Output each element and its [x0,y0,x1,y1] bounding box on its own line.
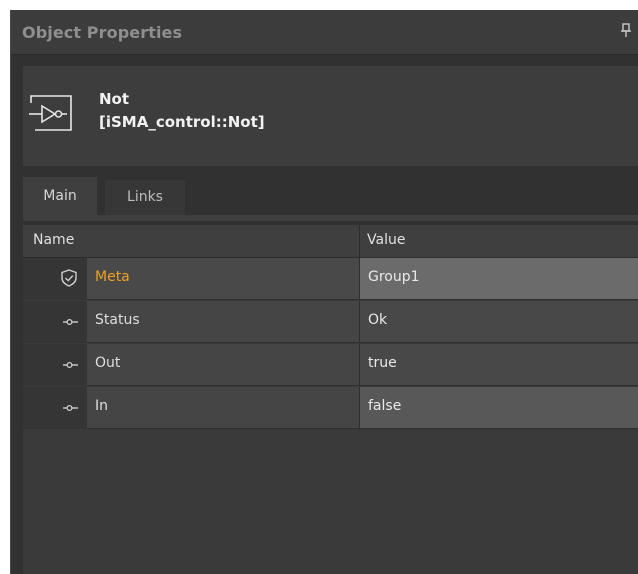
tab-bar: Main Links [23,177,638,215]
properties-grid: Name Value Meta Group1 Status Ok Out tru… [23,225,638,574]
tab-strip [23,215,638,221]
tab-main[interactable]: Main [23,177,97,215]
tab-links[interactable]: Links [105,180,185,215]
grid-header: Name Value [23,225,638,258]
property-row-out[interactable]: Out true [23,344,638,386]
panel-titlebar: Object Properties [11,10,638,55]
slot-connector-icon [56,314,82,330]
column-header-value[interactable]: Value [367,232,405,248]
value-cell-status[interactable] [360,301,638,343]
property-row-meta[interactable]: Meta Group1 [23,258,638,300]
property-value-meta[interactable]: Group1 [368,269,420,285]
column-divider[interactable] [359,225,360,257]
grid-empty-area [23,430,638,574]
object-properties-panel: Object Properties Not [iSMA_control::Not… [10,10,638,574]
property-row-in[interactable]: In false [23,387,638,429]
property-value-status[interactable]: Ok [368,312,387,328]
property-value-out[interactable]: true [368,355,397,371]
panel-title: Object Properties [22,23,183,42]
not-gate-icon [29,94,73,132]
column-header-name[interactable]: Name [33,232,74,248]
property-row-status[interactable]: Status Ok [23,301,638,343]
component-header: Not [iSMA_control::Not] [23,66,638,166]
pin-icon[interactable] [620,23,632,39]
value-cell-in[interactable] [360,387,638,429]
shield-check-icon [56,269,82,287]
component-type: [iSMA_control::Not] [99,113,265,131]
property-name-status: Status [95,312,140,328]
property-name-out: Out [95,355,121,371]
property-name-meta: Meta [95,269,130,285]
slot-connector-icon [56,400,82,416]
property-name-in: In [95,398,109,414]
value-cell-out[interactable] [360,344,638,386]
property-value-in[interactable]: false [368,398,401,414]
slot-connector-icon [56,357,82,373]
component-name: Not [99,90,130,108]
